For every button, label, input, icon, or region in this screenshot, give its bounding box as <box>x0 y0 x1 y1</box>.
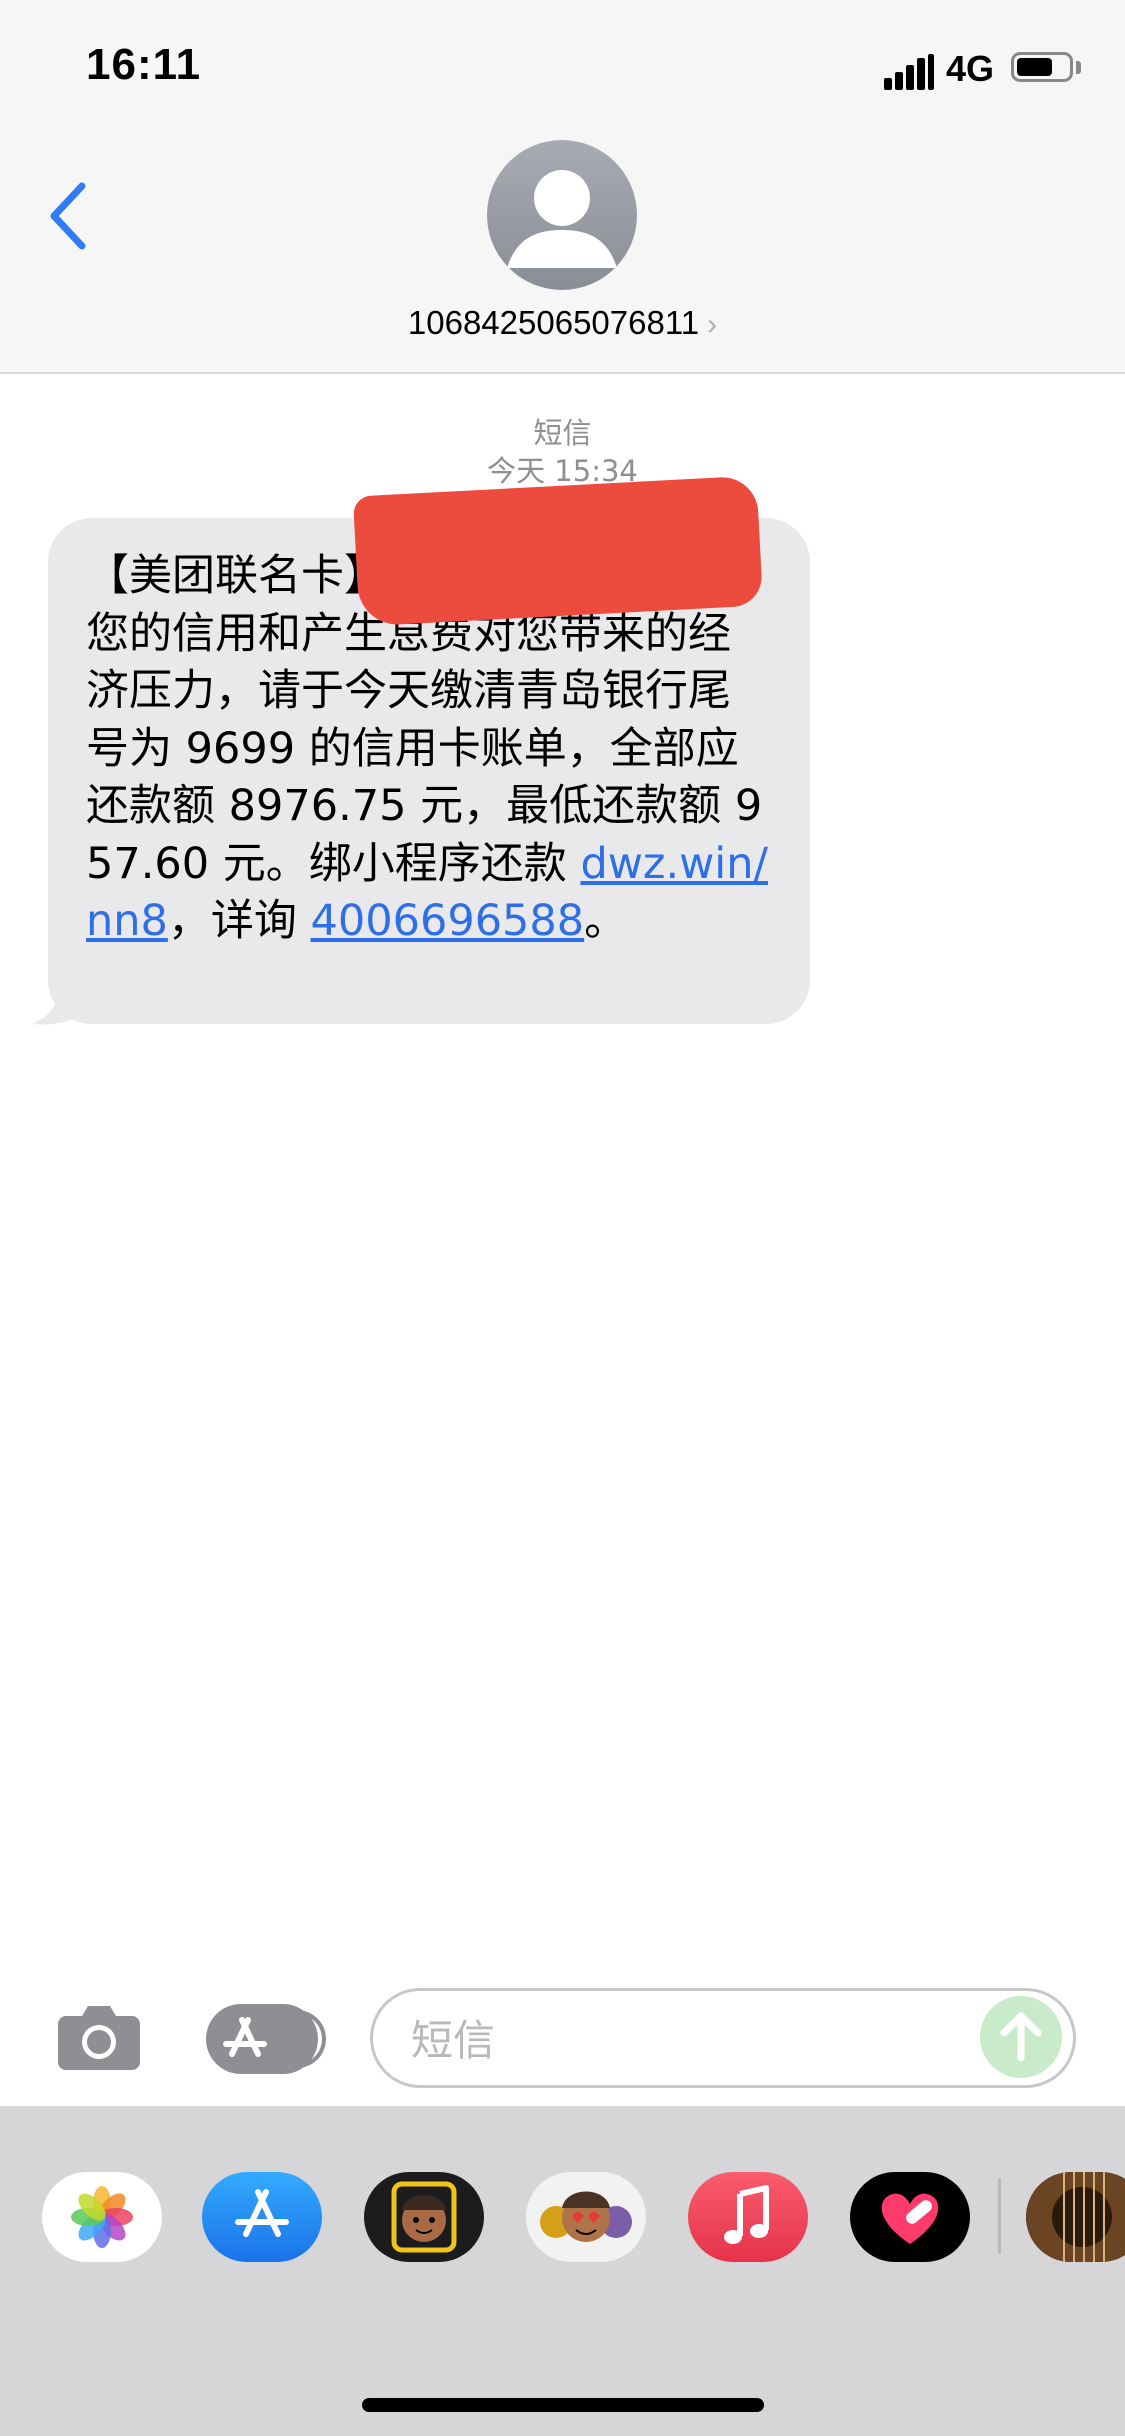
camera-icon <box>58 2006 140 2070</box>
app-store-ring <box>292 2010 326 2068</box>
guitar-app-icon <box>1026 2172 1125 2262</box>
digital-touch-app-button[interactable] <box>850 2172 970 2262</box>
chevron-right-icon: › <box>707 308 718 341</box>
redaction-mark <box>352 475 764 627</box>
music-app-button[interactable] <box>688 2172 808 2262</box>
photos-icon <box>71 2186 133 2248</box>
arrow-up-icon <box>1000 2012 1042 2062</box>
message-middle: ，详询 <box>167 896 311 946</box>
digital-touch-icon <box>881 2193 939 2244</box>
app-store-button[interactable] <box>206 2004 326 2074</box>
battery-tip <box>1076 61 1081 74</box>
network-type: 4G <box>946 48 995 89</box>
drawer-divider <box>998 2178 1001 2254</box>
camera-button[interactable] <box>56 2004 142 2070</box>
send-button[interactable] <box>980 1996 1062 2078</box>
app-drawer <box>0 2106 1125 2436</box>
message-input[interactable] <box>409 2009 973 2071</box>
memoji-app-button[interactable] <box>364 2172 484 2262</box>
animoji-stickers-app-button[interactable] <box>526 2172 646 2262</box>
memoji-icon <box>391 2181 457 2253</box>
message-input-field[interactable] <box>370 1988 1076 2088</box>
back-button[interactable] <box>44 180 94 252</box>
status-time: 16:11 <box>86 40 202 89</box>
photos-app-button[interactable] <box>42 2172 162 2262</box>
message-phone-link[interactable]: 4006696588 <box>311 896 585 946</box>
message-timestamp: 今天 15:34 <box>487 454 638 488</box>
cellular-signal-icon <box>884 54 934 90</box>
battery-icon <box>1011 52 1073 82</box>
music-icon <box>724 2185 769 2244</box>
animoji-stickers-icon <box>540 2191 632 2242</box>
message-suffix: 。 <box>584 896 628 946</box>
service-label: 短信 <box>533 416 592 450</box>
contact-number-button[interactable]: 1068425065076811 › <box>0 304 1125 342</box>
app-store-drawer-button[interactable] <box>202 2172 322 2262</box>
chevron-left-icon <box>50 182 86 250</box>
person-silhouette-icon <box>507 170 617 268</box>
app-store-drawer-icon <box>235 2189 289 2237</box>
home-indicator[interactable] <box>362 2398 764 2412</box>
guitar-app-button[interactable] <box>1026 2172 1125 2262</box>
contact-number: 1068425065076811 <box>407 304 700 341</box>
conversation-header: 16:11 4G 1068425065076811 › <box>0 0 1125 374</box>
contact-avatar[interactable] <box>487 140 637 290</box>
